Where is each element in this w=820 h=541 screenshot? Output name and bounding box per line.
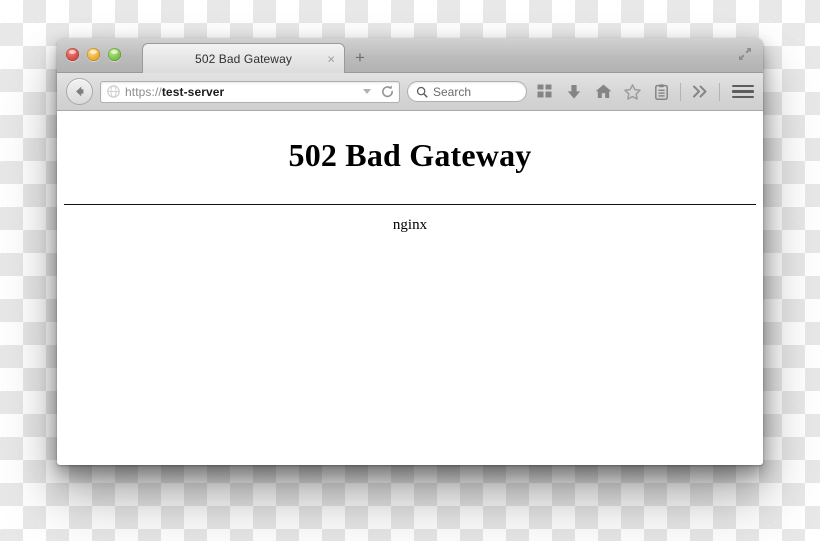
minimize-window-button[interactable]	[87, 48, 100, 61]
download-arrow-icon[interactable]	[563, 81, 585, 103]
bookmark-star-icon[interactable]	[621, 81, 643, 103]
hamburger-menu-icon[interactable]	[732, 81, 754, 103]
close-window-button[interactable]	[66, 48, 79, 61]
zoom-window-button[interactable]	[108, 48, 121, 61]
tab-strip: 502 Bad Gateway × +	[57, 38, 763, 73]
back-arrow-icon	[76, 86, 84, 97]
reload-icon	[382, 85, 393, 98]
toolbar-divider	[680, 82, 681, 101]
page-content: 502 Bad Gateway nginx	[57, 111, 763, 463]
tab-502-bad-gateway[interactable]: 502 Bad Gateway ×	[142, 43, 345, 73]
browser-window: 502 Bad Gateway × + https://test-server	[57, 38, 763, 465]
page-title: 502 Bad Gateway	[288, 137, 532, 173]
window-controls	[66, 48, 121, 61]
reading-list-icon[interactable]	[650, 81, 672, 103]
address-bar[interactable]: https://test-server	[100, 80, 400, 103]
overflow-chevrons-icon[interactable]	[689, 81, 711, 103]
url-scheme: https://	[125, 84, 162, 99]
globe-icon	[107, 85, 120, 98]
fullscreen-diagonal-arrows-icon[interactable]	[737, 46, 753, 62]
url-host: test-server	[161, 84, 225, 99]
tab-label: 502 Bad Gateway	[195, 51, 292, 66]
chevron-down-icon[interactable]	[363, 89, 371, 94]
apps-grid-icon[interactable]	[534, 81, 556, 103]
search-placeholder: Search	[433, 84, 472, 99]
search-icon	[416, 86, 428, 98]
close-icon[interactable]: ×	[327, 52, 335, 65]
url-text: https://test-server	[125, 85, 358, 99]
search-input[interactable]: Search	[407, 81, 527, 102]
browser-toolbar: https://test-server Search	[57, 73, 763, 111]
home-icon[interactable]	[592, 81, 614, 103]
new-tab-button[interactable]: +	[355, 49, 365, 66]
back-button[interactable]	[66, 78, 93, 105]
server-signature: nginx	[392, 217, 428, 233]
toolbar-divider-2	[719, 82, 720, 101]
